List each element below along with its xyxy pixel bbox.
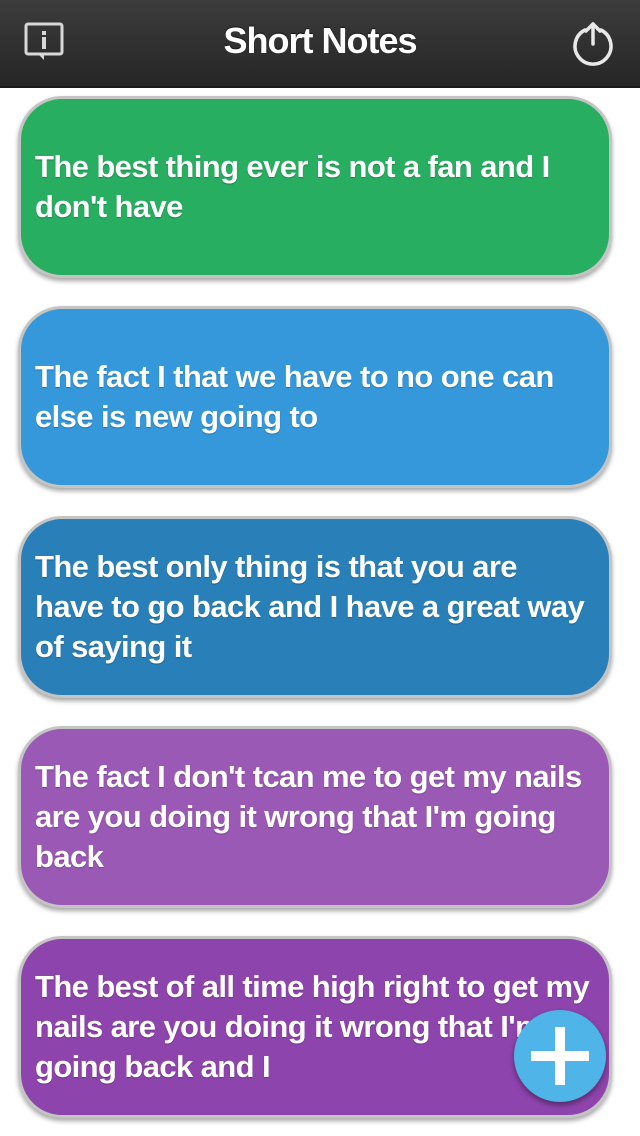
note-card[interactable]: The fact I don't tcan me to get my nails… [18, 726, 612, 908]
note-text: The best thing ever is not a fan and I d… [35, 149, 550, 224]
navigation-bar: Short Notes [0, 0, 640, 88]
add-note-button[interactable] [514, 1010, 606, 1102]
note-text: The best only thing is that you are have… [35, 549, 585, 664]
note-card[interactable]: The best only thing is that you are have… [18, 516, 612, 698]
note-text: The best of all time high right to get m… [35, 969, 590, 1084]
note-card[interactable]: The best thing ever is not a fan and I d… [18, 96, 612, 278]
notes-list: The best thing ever is not a fan and I d… [0, 88, 640, 1136]
note-card[interactable]: The fact I that we have to no one can el… [18, 306, 612, 488]
note-text: The fact I don't tcan me to get my nails… [35, 759, 582, 874]
export-button[interactable] [570, 20, 616, 66]
note-text: The fact I that we have to no one can el… [35, 359, 554, 434]
export-icon [573, 22, 613, 66]
page-title: Short Notes [223, 20, 417, 61]
